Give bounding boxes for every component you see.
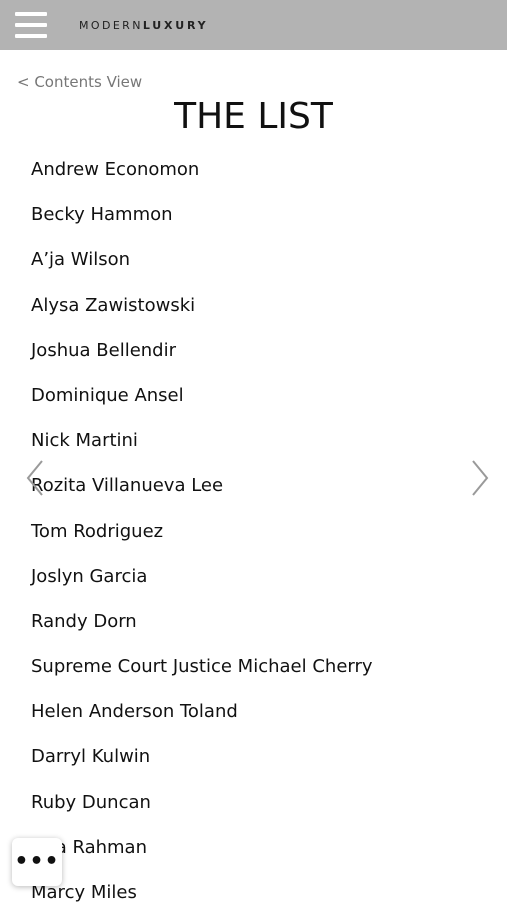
list-item[interactable]: Nick Martini (31, 426, 373, 471)
hamburger-line (15, 23, 47, 27)
more-icon: ••• (14, 849, 60, 874)
list-item[interactable]: A’ja Wilson (31, 245, 373, 290)
list-item[interactable]: Andrew Economon (31, 155, 373, 200)
chevron-left-icon[interactable] (24, 458, 48, 498)
hamburger-line (15, 34, 47, 38)
brand-logo[interactable]: MODERNLUXURY (79, 19, 208, 33)
brand-logo-light: MODERN (79, 19, 143, 32)
list-item[interactable]: Rozita Villanueva Lee (31, 471, 373, 516)
hamburger-line (15, 12, 47, 16)
list-item[interactable]: Joshua Bellendir (31, 336, 373, 381)
list-item[interactable]: Supreme Court Justice Michael Cherry (31, 652, 373, 697)
more-options-button[interactable]: ••• (12, 838, 62, 886)
chevron-right-svg (472, 460, 489, 496)
list-item[interactable]: Joslyn Garcia (31, 562, 373, 607)
list-item[interactable]: Aria Rahman (31, 833, 373, 878)
list-item[interactable]: Marcy Miles (31, 878, 373, 923)
list-item[interactable]: Alysa Zawistowski (31, 291, 373, 336)
list-item[interactable]: Darryl Kulwin (31, 742, 373, 787)
top-bar: MODERNLUXURY (0, 0, 507, 50)
chevron-right-icon[interactable] (467, 458, 491, 498)
chevron-left-svg (26, 460, 43, 496)
contents-view-link[interactable]: < Contents View (17, 72, 142, 92)
list-item[interactable]: Becky Hammon (31, 200, 373, 245)
hamburger-icon[interactable] (15, 12, 47, 40)
list-item[interactable]: Ruby Duncan (31, 788, 373, 833)
list-item[interactable]: Tom Rodriguez (31, 517, 373, 562)
names-list: Andrew Economon Becky Hammon A’ja Wilson… (31, 155, 373, 923)
brand-logo-bold: LUXURY (142, 19, 209, 32)
list-item[interactable]: Helen Anderson Toland (31, 697, 373, 742)
list-item[interactable]: Dominique Ansel (31, 381, 373, 426)
page-title: THE LIST (174, 96, 333, 137)
list-item[interactable]: Randy Dorn (31, 607, 373, 652)
